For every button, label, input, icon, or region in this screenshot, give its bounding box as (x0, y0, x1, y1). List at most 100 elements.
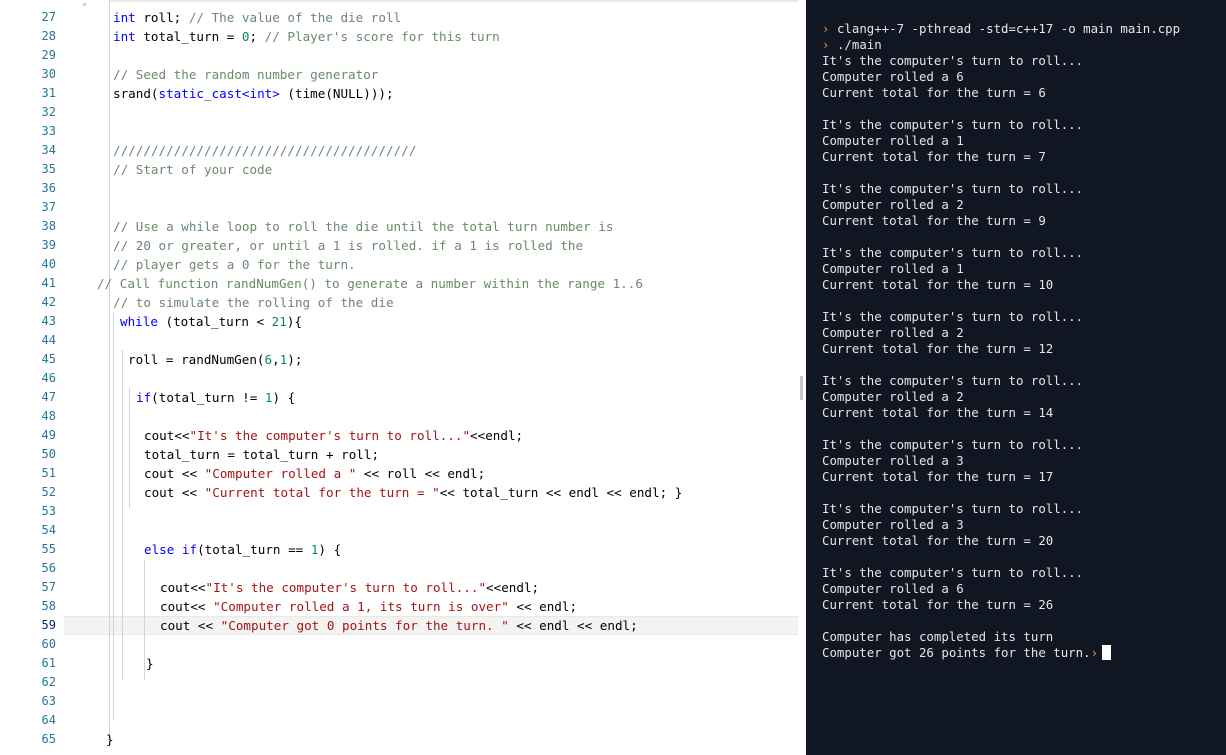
console-output: Current total for the turn = 9 (822, 213, 1046, 229)
code-token: int (113, 29, 136, 44)
code-line[interactable]: srand(static_cast<int> (time(NULL))); (113, 84, 394, 103)
code-line[interactable]: cout<< "Computer rolled a 1, its turn is… (160, 597, 577, 616)
console-output: Computer rolled a 3 (822, 517, 964, 533)
console-output-text: Computer rolled a 6 (822, 69, 964, 84)
console-output-text: Current total for the turn = 14 (822, 405, 1054, 420)
console-output-text: Current total for the turn = 9 (822, 213, 1046, 228)
code-line[interactable]: // Seed the random number generator (113, 65, 378, 84)
code-line[interactable]: } (106, 730, 114, 749)
code-line[interactable]: //////////////////////////////////////// (113, 141, 416, 160)
console-output: Current total for the turn = 12 (822, 341, 1053, 357)
console-output: Current total for the turn = 6 (822, 85, 1046, 101)
code-line[interactable]: cout << "Computer got 0 points for the t… (160, 616, 638, 635)
code-line[interactable]: // player gets a 0 for the turn. (113, 255, 356, 274)
line-number: 49 (41, 428, 56, 442)
code-line[interactable]: // Use a while loop to roll the die unti… (113, 217, 613, 236)
line-number: 28 (41, 29, 56, 43)
editor-scroll-handle[interactable] (800, 376, 803, 400)
console-output: Computer rolled a 2 (822, 389, 964, 405)
console-output-text: Current total for the turn = 17 (822, 469, 1054, 484)
code-line[interactable]: if(total_turn != 1) { (136, 388, 295, 407)
line-number: 64 (41, 713, 56, 727)
console-output-text: It's the computer's turn to roll... (822, 373, 1084, 388)
code-token: ); (287, 352, 303, 367)
console-output-text: Computer rolled a 3 (822, 517, 964, 532)
console-output-text: It's the computer's turn to roll... (822, 501, 1084, 516)
console-output-text: It's the computer's turn to roll... (822, 181, 1084, 196)
code-token: << total_turn << endl << endl; } (439, 485, 683, 500)
code-token: (total_turn < (157, 314, 272, 329)
console-panel[interactable]: › clang++-7 -pthread -std=c++17 -o main … (806, 0, 1226, 755)
line-number: 41 (41, 276, 56, 290)
console-output-text: Computer rolled a 3 (822, 453, 964, 468)
code-token: ) { (272, 390, 296, 405)
code-token: roll; (135, 10, 189, 25)
console-output: Computer rolled a 6 (822, 69, 964, 85)
code-line[interactable]: } (146, 654, 154, 673)
code-line[interactable]: cout<<"It's the computer's turn to roll.… (160, 578, 539, 597)
code-line[interactable]: while (total_turn < 21){ (120, 312, 302, 331)
line-number-gutter: 27 28 29 30 31 32 33 34 35 36 37 38 39 40 41 42 43 44 45 46… (0, 0, 64, 755)
console-command-text: clang++-7 -pthread -std=c++17 -o main ma… (836, 21, 1181, 36)
code-token: } (106, 732, 114, 747)
prompt-arrow-icon: › (822, 21, 830, 36)
code-token: << roll << endl; (356, 466, 486, 481)
code-token: "Computer rolled a " (204, 466, 357, 481)
code-editor[interactable]: ⌄ 27 28 29 30 31 32 33 34 35 36 37 38 39 40 41 42 43 44 45… (0, 0, 806, 755)
code-token: cout<< (144, 428, 190, 443)
code-token: // Player's score for this turn (264, 29, 500, 44)
console-output: It's the computer's turn to roll... (822, 309, 1083, 325)
code-line[interactable]: // to simulate the rolling of the die (113, 293, 394, 312)
code-token: (time(NULL))); (279, 86, 394, 101)
line-number: 32 (41, 105, 56, 119)
code-line[interactable]: int roll; // The value of the die roll (113, 8, 401, 27)
console-output-text: Current total for the turn = 26 (822, 597, 1054, 612)
console-output-text: It's the computer's turn to roll... (822, 117, 1084, 132)
code-token: ; (249, 29, 265, 44)
line-number: 40 (41, 257, 56, 271)
console-output-text: Computer has completed its turn (822, 629, 1054, 644)
terminal-cursor[interactable] (1102, 645, 1112, 660)
code-token: // Seed the random number generator (113, 67, 379, 82)
code-token: srand( (113, 86, 159, 101)
code-token: "Computer rolled a 1, its turn is over" (213, 599, 509, 614)
code-line[interactable]: roll = randNumGen(6,1); (128, 350, 302, 369)
console-output: Computer got 26 points for the turn.› (822, 645, 1112, 661)
code-line[interactable]: cout<<"It's the computer's turn to roll.… (144, 426, 523, 445)
console-output: Current total for the turn = 20 (822, 533, 1053, 549)
line-number: 44 (41, 333, 56, 347)
line-number: 47 (41, 390, 56, 404)
console-output: It's the computer's turn to roll... (822, 501, 1083, 517)
line-number: 51 (41, 466, 56, 480)
code-token: << endl; (508, 599, 578, 614)
console-output-text: Computer got 26 points for the turn. (822, 645, 1091, 660)
console-output: Computer rolled a 2 (822, 197, 964, 213)
line-number: 65 (41, 732, 56, 746)
code-token: // 20 or greater, or until a 1 is rolled… (113, 238, 584, 253)
console-command-text: ./main (836, 37, 882, 52)
code-line[interactable]: cout << "Current total for the turn = "<… (144, 483, 682, 502)
console-output-text: It's the computer's turn to roll... (822, 437, 1084, 452)
line-number: 46 (41, 371, 56, 385)
console-output-text: Computer rolled a 1 (822, 261, 964, 276)
code-token: total_turn = total_turn + roll; (144, 447, 380, 462)
code-line[interactable]: // Start of your code (113, 160, 272, 179)
code-token: int (113, 10, 136, 25)
code-line[interactable]: // 20 or greater, or until a 1 is rolled… (113, 236, 583, 255)
code-line[interactable]: total_turn = total_turn + roll; (144, 445, 379, 464)
code-token: while (120, 314, 158, 329)
code-area[interactable]: int roll; // The value of the die roll in… (64, 0, 798, 755)
console-output-text: Computer rolled a 2 (822, 325, 964, 340)
line-number: 57 (41, 580, 56, 594)
code-line[interactable]: int total_turn = 0; // Player's score fo… (113, 27, 500, 46)
code-line[interactable]: else if(total_turn == 1) { (144, 540, 341, 559)
console-output-text: Computer rolled a 2 (822, 197, 964, 212)
console-command: › ./main (822, 37, 882, 53)
code-line[interactable]: cout << "Computer rolled a " << roll << … (144, 464, 485, 483)
line-number: 37 (41, 200, 56, 214)
indent-guide (109, 0, 110, 740)
line-number: 33 (41, 124, 56, 138)
console-output-text: It's the computer's turn to roll... (822, 565, 1084, 580)
code-line[interactable]: // Call function randNumGen() to generat… (97, 274, 643, 293)
code-token: (total_turn == (197, 542, 311, 557)
